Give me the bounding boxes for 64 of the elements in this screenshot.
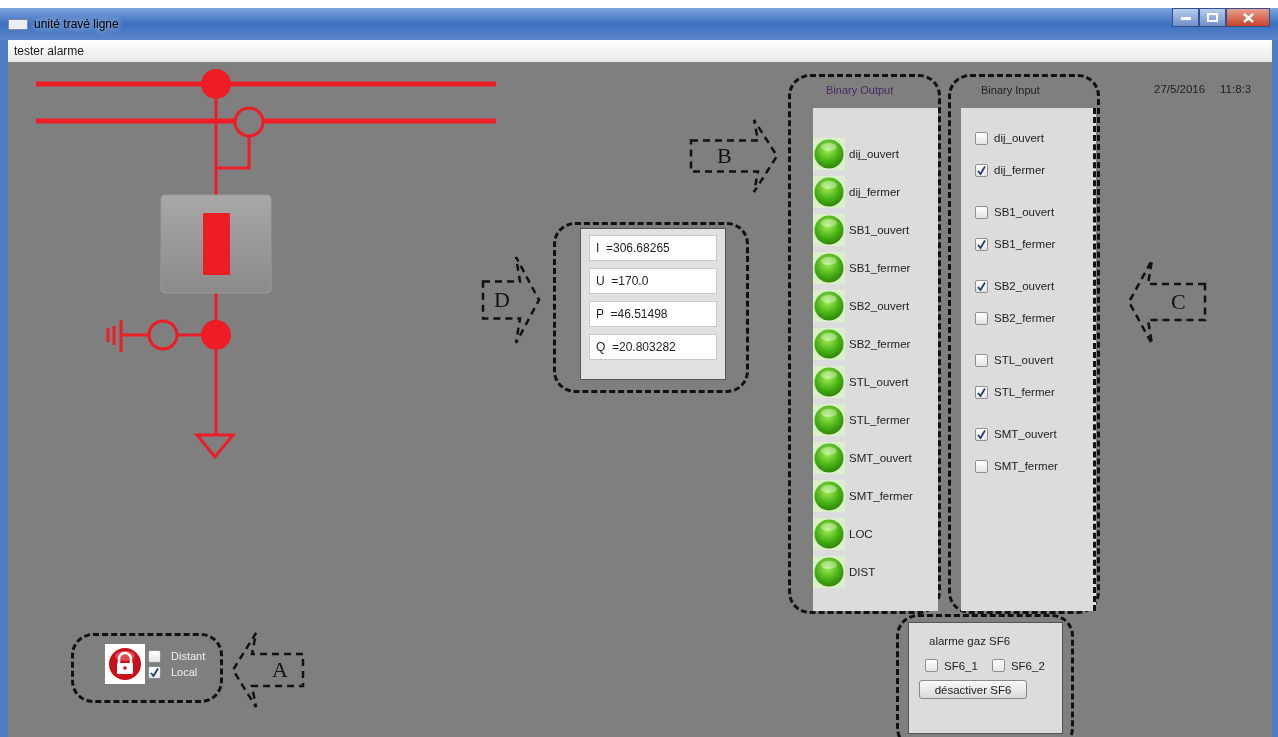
panel-title: Binary Output [826,84,894,96]
checkbox-label: SB2_fermer [994,312,1056,324]
checkbox[interactable] [975,459,988,473]
checkbox-label: SF6_2 [1010,659,1045,672]
checkbox[interactable] [148,665,161,679]
time-text: 11:8:3 [1220,83,1252,95]
checkbox-label: SMT_ouvert [994,428,1057,440]
close-icon [1242,12,1254,23]
output-label: STL_ouvert [849,376,909,388]
checkbox[interactable] [975,131,988,145]
minimize-button[interactable] [1172,8,1199,27]
checkbox[interactable] [975,279,988,293]
output-label: dij_fermer [849,186,901,198]
checkbox-label: SF6_1 [944,659,978,672]
checkbox[interactable] [975,427,988,441]
output-label: SMT_fermer [849,490,913,502]
menu-item[interactable]: tester alarme [8,44,91,58]
checkbox-label: dij_fermer [994,164,1046,176]
checkbox[interactable] [148,649,161,663]
measurement-field: P =46.51498 [589,301,717,327]
checkbox-label: Distant [171,650,206,662]
checkbox[interactable] [975,237,988,251]
checkbox[interactable] [975,353,988,367]
output-label: SB2_ouvert [849,300,910,312]
date-text: 27/5/2016 [1154,83,1206,95]
checkbox-label: SB1_fermer [994,238,1056,250]
checkbox-label: SMT_fermer [994,460,1058,472]
callout-label: A [272,657,288,683]
minimize-icon [1180,15,1191,20]
checkbox-label: SB1_ouvert [994,206,1055,218]
app-icon [8,18,28,30]
output-label: SB1_fermer [849,262,911,274]
panel-title: Binary Input [981,84,1040,96]
checkbox[interactable] [975,205,988,219]
window-title: unité travé ligne [34,17,120,31]
checkbox[interactable] [925,659,938,672]
checkbox[interactable] [975,163,988,177]
output-label: SMT_ouvert [849,452,912,464]
checkbox-label: dij_ouvert [994,132,1044,144]
deactivate-button[interactable]: désactiver SF6 [919,680,1027,699]
checkbox-label: STL_fermer [994,386,1055,398]
alarm-title: alarme gaz SF6 [928,635,1012,647]
measurement-field: I =306.68265 [589,235,717,261]
callout-label: B [717,143,732,169]
output-label: SB2_fermer [849,338,911,350]
output-label: DIST [849,566,876,578]
padlock-icon [105,644,145,684]
output-label: LOC [849,528,873,540]
output-label: dij_ouvert [849,148,899,160]
measurement-field: U =170.0 [589,268,717,294]
callout-label: D [494,287,510,313]
maximize-button[interactable] [1199,8,1226,27]
checkbox[interactable] [991,659,1005,672]
checkbox-label: Local [171,666,198,678]
close-button[interactable] [1226,8,1270,27]
checkbox-label: STL_ouvert [994,354,1054,366]
checkbox-label: SB2_ouvert [994,280,1055,292]
maximize-icon [1207,13,1218,22]
measurement-field: Q =20.803282 [589,334,717,360]
checkbox[interactable] [975,385,988,399]
checkbox[interactable] [975,311,988,325]
callout-label: C [1171,289,1186,315]
output-label: SB1_ouvert [849,224,910,236]
output-label: STL_fermer [849,414,910,426]
